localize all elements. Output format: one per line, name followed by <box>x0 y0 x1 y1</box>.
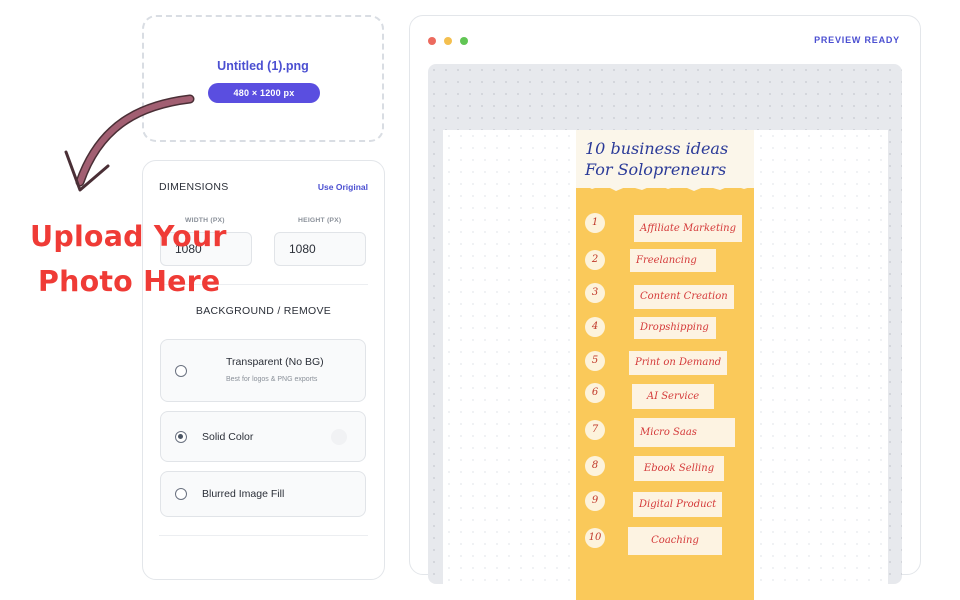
background-title: BACKGROUND / REMOVE <box>195 305 332 317</box>
curved-arrow-icon <box>64 94 195 192</box>
idea-label: Content Creation <box>634 285 734 309</box>
height-label: HEIGHT (PX) <box>298 217 342 224</box>
idea-label: AI Service <box>632 384 714 409</box>
window-close-dot[interactable] <box>428 37 436 45</box>
option-blurred-fill[interactable]: Blurred Image Fill <box>160 471 366 517</box>
divider <box>159 535 368 536</box>
infographic-title-line-1: 10 business ideas <box>585 139 729 158</box>
preview-status: PREVIEW READY <box>814 35 900 45</box>
idea-label: Freelancing <box>630 249 716 272</box>
torn-paper-edge <box>576 180 754 191</box>
idea-number: 1 <box>585 213 605 233</box>
option-solid-color[interactable]: Solid Color <box>160 411 366 462</box>
option-transparent-title: Transparent (No BG) <box>226 356 324 368</box>
idea-number: 9 <box>585 491 605 511</box>
idea-label: Dropshipping <box>634 317 716 339</box>
annotation-line-1: Upload Your <box>30 220 227 253</box>
radio-transparent[interactable] <box>175 365 187 377</box>
idea-number: 2 <box>585 250 605 270</box>
option-solid-color-title: Solid Color <box>202 431 254 443</box>
radio-solid-color[interactable] <box>175 431 187 443</box>
idea-number: 8 <box>585 456 605 476</box>
idea-label: Affiliate Marketing <box>634 215 742 242</box>
preview-sheet: 10 business ideas For Solopreneurs 1 Aff… <box>443 130 888 600</box>
idea-number: 7 <box>585 420 605 440</box>
idea-label: Coaching <box>628 527 722 555</box>
infographic-title-line-2: For Solopreneurs <box>585 160 727 179</box>
idea-number: 3 <box>585 283 605 303</box>
height-input[interactable]: 1080 <box>274 232 366 266</box>
idea-number: 4 <box>585 317 605 337</box>
window-maximize-dot[interactable] <box>460 37 468 45</box>
file-name: Untitled (1).png <box>217 59 309 73</box>
idea-number: 5 <box>585 351 605 371</box>
radio-blurred-fill[interactable] <box>175 488 187 500</box>
infographic-title: 10 business ideas For Solopreneurs <box>585 138 755 180</box>
option-blurred-fill-title: Blurred Image Fill <box>202 488 285 500</box>
window-minimize-dot[interactable] <box>444 37 452 45</box>
image-dimensions-badge: 480 × 1200 px <box>208 83 320 103</box>
idea-label: Print on Demand <box>629 351 728 375</box>
preview-image: 10 business ideas For Solopreneurs 1 Aff… <box>576 130 754 600</box>
annotation-line-2: Photo Here <box>38 265 221 298</box>
idea-label: Digital Product <box>633 492 723 517</box>
idea-number: 6 <box>585 383 605 403</box>
color-swatch[interactable] <box>331 429 347 445</box>
use-original-link[interactable]: Use Original <box>318 182 368 192</box>
idea-number: 10 <box>585 528 605 548</box>
preview-window: PREVIEW READY 10 business ideas For Solo… <box>409 15 921 600</box>
idea-label: Ebook Selling <box>634 456 724 481</box>
option-transparent-subtitle: Best for logos & PNG exports <box>226 376 318 383</box>
idea-label: Micro Saas <box>634 418 735 447</box>
option-transparent[interactable]: Transparent (No BG) Best for logos & PNG… <box>160 339 366 402</box>
preview-canvas: 10 business ideas For Solopreneurs 1 Aff… <box>428 64 902 600</box>
